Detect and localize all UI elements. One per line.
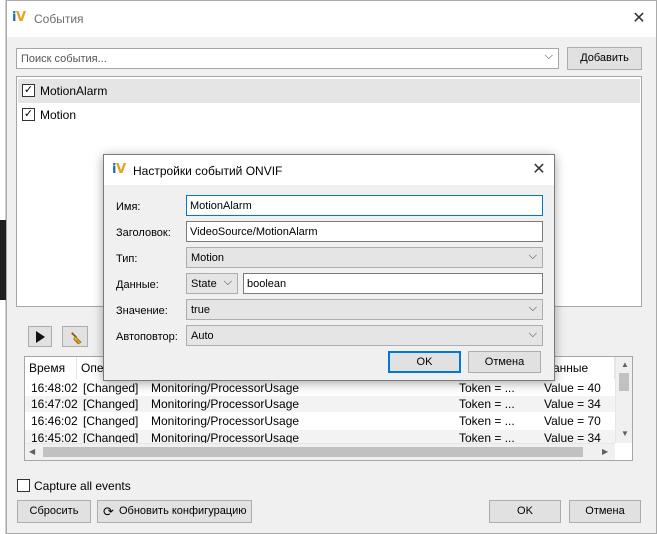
event-label: Motion xyxy=(40,108,77,122)
list-item-motion[interactable]: ✓ Motion xyxy=(18,103,640,127)
cell-topic: Monitoring/ProcessorUsage xyxy=(151,431,300,444)
data-kind-value: State xyxy=(191,278,217,290)
table-row[interactable]: 16:45:02 [Changed] Monitoring/ProcessorU… xyxy=(25,430,615,444)
data-label: Данные: xyxy=(116,279,159,291)
add-event-button[interactable]: Добавить xyxy=(567,47,642,70)
scroll-up-icon[interactable]: ▲ xyxy=(621,360,629,369)
vertical-scrollbar[interactable]: ▲ ▼ xyxy=(615,357,632,443)
header-label: Заголовок: xyxy=(116,227,171,239)
data-value-input[interactable]: boolean xyxy=(243,273,543,294)
ok-button[interactable]: OK xyxy=(489,500,561,523)
scroll-left-icon[interactable]: ◀ xyxy=(29,447,35,456)
chevron-down-icon[interactable]: ⌵ xyxy=(224,276,232,289)
value-label: Значение: xyxy=(116,305,168,317)
cell-value: Value = 40 xyxy=(544,381,601,395)
scroll-thumb[interactable] xyxy=(43,447,583,457)
cell-topic: Monitoring/ProcessorUsage xyxy=(151,381,300,395)
horizontal-scrollbar[interactable]: ◀ ▶ xyxy=(25,443,615,460)
repeat-label: Автоповтор: xyxy=(116,331,178,343)
column-header-data[interactable]: анные xyxy=(549,357,615,379)
broom-icon xyxy=(71,332,82,345)
table-row[interactable]: 16:48:02 [Changed] Monitoring/ProcessorU… xyxy=(25,380,615,396)
dialog-title: Настройки событий ONVIF xyxy=(133,164,283,178)
cell-token: Token = ... xyxy=(459,414,515,428)
cell-operation: [Changed] xyxy=(83,397,139,411)
close-icon[interactable]: ✕ xyxy=(631,11,647,27)
cell-token: Token = ... xyxy=(459,381,515,395)
cell-time: 16:46:02 xyxy=(31,414,78,428)
cell-operation: [Changed] xyxy=(83,431,139,444)
name-input-value: MotionAlarm xyxy=(190,200,252,212)
column-header-time[interactable]: Время xyxy=(25,357,77,379)
cell-time: 16:45:02 xyxy=(31,431,78,444)
chevron-down-icon[interactable]: ⌵ xyxy=(545,50,553,63)
dialog-close-icon[interactable]: ✕ xyxy=(531,162,547,178)
header-input[interactable]: VideoSource/MotionAlarm xyxy=(186,221,543,242)
event-checkbox[interactable]: ✓ xyxy=(22,108,35,121)
events-window-title: События xyxy=(34,12,84,26)
clear-log-button[interactable] xyxy=(62,326,88,347)
refresh-config-label: Обновить конфигурацию xyxy=(119,505,247,517)
type-select-value: Motion xyxy=(191,252,225,264)
scroll-right-icon[interactable]: ▶ xyxy=(602,447,608,456)
type-select[interactable]: Motion ⌵ xyxy=(186,247,543,268)
event-search-combo[interactable]: Поиск события... ⌵ xyxy=(16,48,559,69)
onvif-settings-dialog: iV Настройки событий ONVIF ✕ Имя: Motion… xyxy=(103,154,555,381)
scroll-down-icon[interactable]: ▼ xyxy=(621,429,629,438)
refresh-icon: ⟳ xyxy=(103,504,114,519)
cell-operation: [Changed] xyxy=(83,414,139,428)
dialog-titlebar: iV Настройки событий ONVIF ✕ xyxy=(104,155,554,185)
cell-value: Value = 34 xyxy=(544,397,601,411)
table-row[interactable]: 16:46:02 [Changed] Monitoring/ProcessorU… xyxy=(25,413,615,429)
value-select[interactable]: true ⌵ xyxy=(186,299,543,320)
scroll-thumb[interactable] xyxy=(619,373,629,391)
capture-all-label: Capture all events xyxy=(34,479,131,493)
cell-topic: Monitoring/ProcessorUsage xyxy=(151,397,300,411)
cancel-button[interactable]: Отмена xyxy=(569,500,641,523)
event-search-placeholder: Поиск события... xyxy=(21,53,107,65)
play-icon xyxy=(36,331,45,343)
refresh-config-button[interactable]: ⟳ Обновить конфигурацию xyxy=(97,500,252,523)
cell-value: Value = 70 xyxy=(544,414,601,428)
cell-operation: [Changed] xyxy=(83,381,139,395)
app-logo-icon: iV xyxy=(12,10,26,25)
repeat-select-value: Auto xyxy=(191,330,214,342)
chevron-down-icon[interactable]: ⌵ xyxy=(529,328,537,341)
cell-topic: Monitoring/ProcessorUsage xyxy=(151,414,300,428)
reset-button[interactable]: Сбросить xyxy=(17,500,91,523)
events-window-titlebar: iV События ✕ xyxy=(7,1,656,37)
cell-token: Token = ... xyxy=(459,431,515,444)
list-item-motionalarm[interactable]: ✓ MotionAlarm xyxy=(18,79,640,103)
dialog-ok-button[interactable]: OK xyxy=(388,351,461,373)
data-value-text: boolean xyxy=(247,278,287,290)
data-kind-select[interactable]: State ⌵ xyxy=(186,273,238,294)
header-input-value: VideoSource/MotionAlarm xyxy=(190,226,318,238)
cell-value: Value = 34 xyxy=(544,431,601,444)
play-button[interactable] xyxy=(28,326,52,347)
event-label: MotionAlarm xyxy=(40,84,108,98)
type-label: Тип: xyxy=(116,253,138,265)
name-input[interactable]: MotionAlarm xyxy=(186,195,543,216)
name-label: Имя: xyxy=(116,201,141,213)
cell-time: 16:47:02 xyxy=(31,397,78,411)
cell-time: 16:48:02 xyxy=(31,381,78,395)
app-logo-icon: iV xyxy=(112,162,126,177)
cell-token: Token = ... xyxy=(459,397,515,411)
event-checkbox[interactable]: ✓ xyxy=(22,84,35,97)
table-row[interactable]: 16:47:02 [Changed] Monitoring/ProcessorU… xyxy=(25,396,615,412)
dialog-cancel-button[interactable]: Отмена xyxy=(468,351,541,373)
value-select-value: true xyxy=(191,304,210,316)
capture-all-checkbox[interactable] xyxy=(17,479,30,492)
chevron-down-icon[interactable]: ⌵ xyxy=(529,302,537,315)
chevron-down-icon[interactable]: ⌵ xyxy=(529,250,537,263)
repeat-select[interactable]: Auto ⌵ xyxy=(186,325,543,346)
